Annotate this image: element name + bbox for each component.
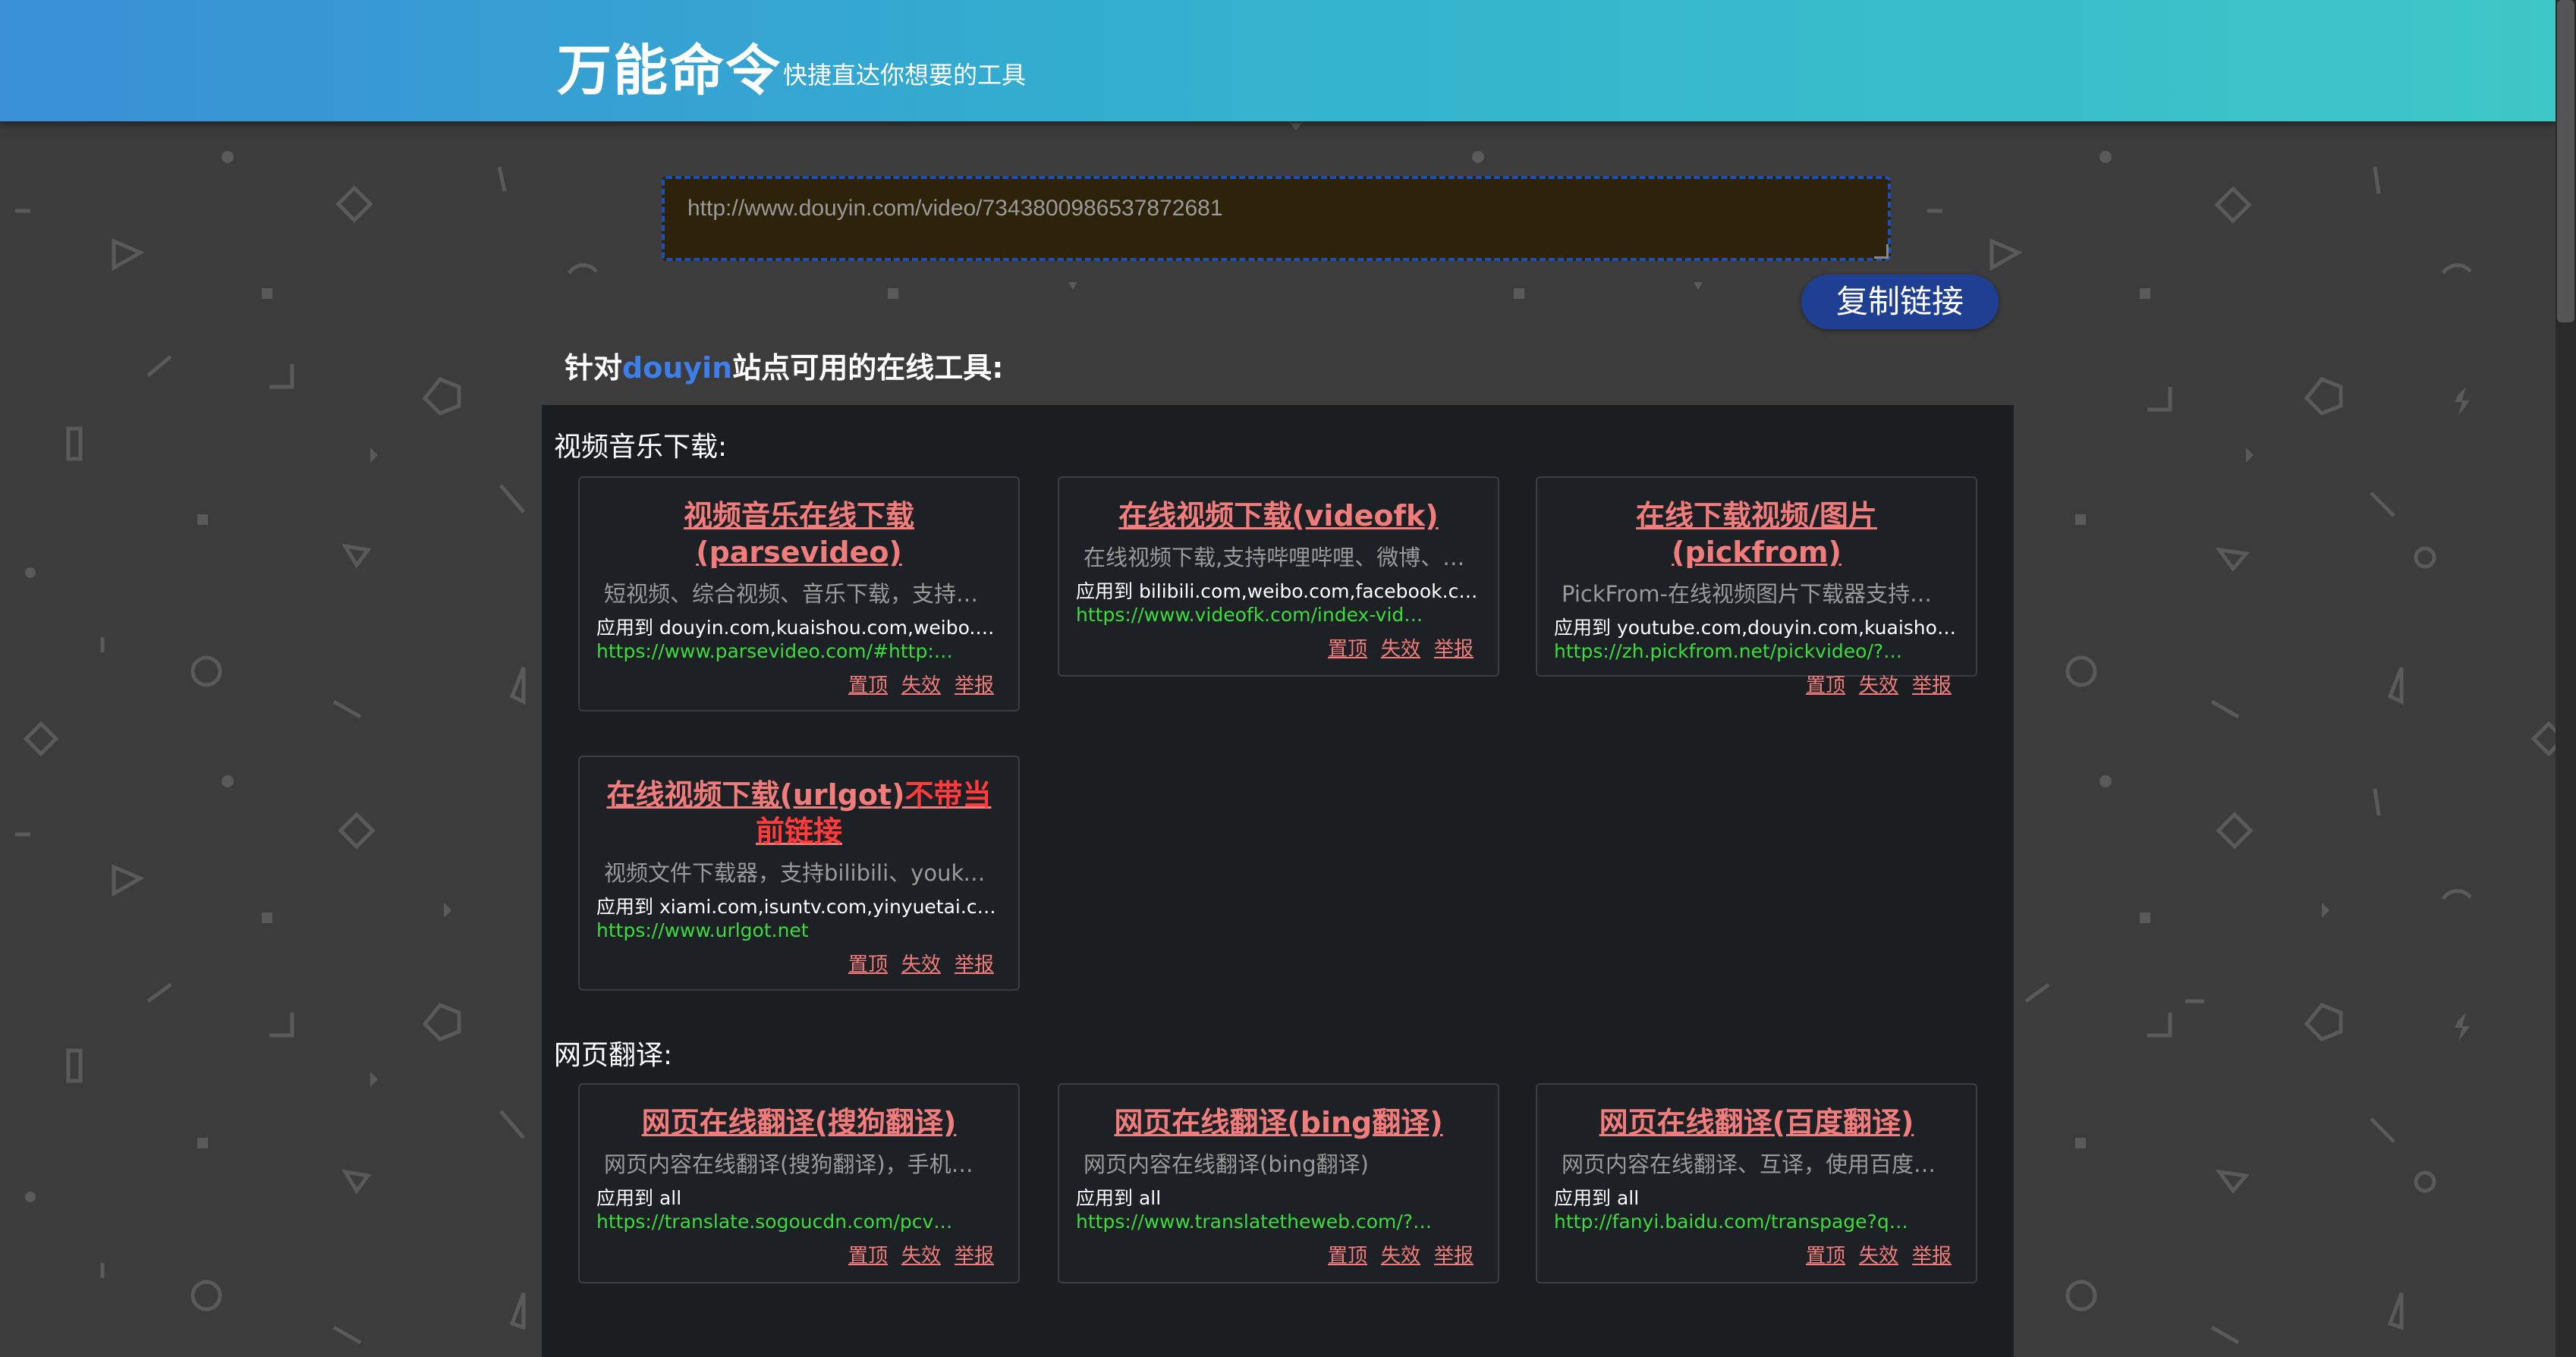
tool-actions: 置顶 失效 举报 xyxy=(1076,633,1481,661)
brand-title[interactable]: 万能命令 xyxy=(557,26,782,105)
tool-card: 在线下载视频/图片(pickfrom) PickFrom-在线视频图片下载器支持… xyxy=(1536,476,1977,697)
tool-card: 在线视频下载(videofk) 在线视频下载,支持哔哩哔哩、微博、梨视频等 应用… xyxy=(1058,476,1499,677)
pin-link[interactable]: 置顶 xyxy=(848,674,888,697)
pin-link[interactable]: 置顶 xyxy=(1328,638,1367,661)
resize-handle[interactable] xyxy=(1874,244,1889,259)
tool-title-text[interactable]: 在线下载视频/图片(pickfrom) xyxy=(1636,499,1877,569)
invalid-link[interactable]: 失效 xyxy=(1381,1245,1420,1267)
invalid-link[interactable]: 失效 xyxy=(1381,638,1420,661)
report-link[interactable]: 举报 xyxy=(955,953,994,976)
tool-actions: 置顶 失效 举报 xyxy=(1554,1240,1959,1268)
report-link[interactable]: 举报 xyxy=(955,1245,994,1267)
tool-url[interactable]: https://www.parsevideo.com/#http:… xyxy=(596,640,1002,662)
brand-tagline: 快捷直达你想要的工具 xyxy=(783,61,1027,90)
tool-url[interactable]: https://zh.pickfrom.net/pickvideo/?… xyxy=(1554,640,1959,662)
tool-applies-to: 应用到 all xyxy=(596,1187,682,1209)
invalid-link[interactable]: 失效 xyxy=(901,674,941,697)
pin-link[interactable]: 置顶 xyxy=(1806,674,1845,697)
tool-description: PickFrom-在线视频图片下载器支持下载 xyxy=(1562,581,1954,607)
tool-actions: 置顶 失效 举报 xyxy=(1554,670,1959,698)
tool-url[interactable]: https://www.videofk.com/index-vid… xyxy=(1076,604,1481,626)
copy-link-button[interactable]: 复制链接 xyxy=(1801,275,1999,329)
tool-actions: 置顶 失效 举报 xyxy=(1076,1240,1481,1268)
section-title-translate: 网页翻译: xyxy=(554,1040,673,1071)
invalid-link[interactable]: 失效 xyxy=(1859,674,1898,697)
tool-title-link[interactable]: 在线视频下载(videofk) xyxy=(1076,498,1481,534)
tool-actions: 置顶 失效 举报 xyxy=(596,670,1002,698)
tool-title-link[interactable]: 视频音乐在线下载(parsevideo) xyxy=(596,498,1002,570)
tool-url[interactable]: https://translate.sogoucdn.com/pcv… xyxy=(596,1211,1002,1233)
tool-title-text[interactable]: 网页在线翻译(搜狗翻译) xyxy=(642,1106,957,1139)
tool-description: 网页内容在线翻译(bing翻译) xyxy=(1084,1151,1369,1177)
url-input[interactable]: http://www.douyin.com/video/734380098653… xyxy=(662,176,1891,261)
tool-title-link[interactable]: 在线视频下载(urlgot)不带当前链接 xyxy=(596,777,1002,850)
tool-description: 短视频、综合视频、音乐下载，支持抖音、快手、微博等 xyxy=(604,581,1002,607)
tool-card: 网页在线翻译(搜狗翻译) 网页内容在线翻译(搜狗翻译)，手机端可用 应用到 al… xyxy=(578,1083,1020,1283)
tool-card: 在线视频下载(urlgot)不带当前链接 视频文件下载器，支持bilibili、… xyxy=(578,755,1020,991)
tool-card: 网页在线翻译(bing翻译) 网页内容在线翻译(bing翻译) 应用到 all … xyxy=(1058,1083,1499,1283)
tool-applies-to: 应用到 youtube.com,douyin.com,kuaishou.co… xyxy=(1554,617,1959,639)
section-title-video: 视频音乐下载: xyxy=(554,432,728,463)
pin-link[interactable]: 置顶 xyxy=(1328,1245,1367,1267)
tool-url[interactable]: https://www.urlgot.net xyxy=(596,919,1002,941)
pin-link[interactable]: 置顶 xyxy=(1806,1245,1845,1267)
site-heading: 针对douyin站点可用的在线工具: xyxy=(565,344,1003,386)
tool-title-link[interactable]: 网页在线翻译(百度翻译) xyxy=(1554,1104,1959,1141)
pin-link[interactable]: 置顶 xyxy=(848,1245,888,1267)
invalid-link[interactable]: 失效 xyxy=(1859,1245,1898,1267)
tool-title-text[interactable]: 网页在线翻译(百度翻译) xyxy=(1599,1106,1914,1139)
tool-card: 网页在线翻译(百度翻译) 网页内容在线翻译、互译，使用百度翻译 应用到 all … xyxy=(1536,1083,1977,1283)
tool-applies-to: 应用到 bilibili.com,weibo.com,facebook.com,… xyxy=(1076,580,1481,602)
tool-actions: 置顶 失效 举报 xyxy=(596,1240,1002,1268)
pin-link[interactable]: 置顶 xyxy=(848,953,888,976)
tool-description: 在线视频下载,支持哔哩哔哩、微博、梨视频等 xyxy=(1084,545,1481,570)
tool-title-link[interactable]: 网页在线翻译(搜狗翻译) xyxy=(596,1104,1002,1141)
tool-actions: 置顶 失效 举报 xyxy=(596,949,1002,977)
tool-applies-to: 应用到 all xyxy=(1076,1187,1162,1209)
tool-title-text[interactable]: 在线视频下载(videofk) xyxy=(1118,499,1438,532)
report-link[interactable]: 举报 xyxy=(1434,1245,1474,1267)
site-heading-prefix: 针对 xyxy=(565,351,623,385)
tool-title-text[interactable]: 在线视频下载(urlgot) xyxy=(606,778,904,812)
tool-title-text[interactable]: 网页在线翻译(bing翻译) xyxy=(1114,1106,1442,1139)
report-link[interactable]: 举报 xyxy=(1912,1245,1952,1267)
tool-description: 网页内容在线翻译(搜狗翻译)，手机端可用 xyxy=(604,1151,1002,1177)
report-link[interactable]: 举报 xyxy=(1434,638,1474,661)
tool-description: 网页内容在线翻译、互译，使用百度翻译 xyxy=(1562,1151,1958,1177)
header-bar: 万能命令 快捷直达你想要的工具 xyxy=(0,0,2556,121)
tools-panel: 视频音乐下载: 视频音乐在线下载(parsevideo) 短视频、综合视频、音乐… xyxy=(542,405,2014,1357)
invalid-link[interactable]: 失效 xyxy=(901,953,941,976)
tool-applies-to: 应用到 xiami.com,isuntv.com,yinyuetai.com,y… xyxy=(596,896,1002,918)
site-heading-suffix: 站点可用的在线工具: xyxy=(732,351,1004,385)
site-name: douyin xyxy=(622,351,733,385)
tool-description: 视频文件下载器，支持bilibili、youku等 xyxy=(604,860,999,886)
tool-url[interactable]: http://fanyi.baidu.com/transpage?q… xyxy=(1554,1211,1959,1233)
tool-title-text[interactable]: 视频音乐在线下载(parsevideo) xyxy=(684,499,914,569)
tool-card: 视频音乐在线下载(parsevideo) 短视频、综合视频、音乐下载，支持抖音、… xyxy=(578,476,1020,711)
report-link[interactable]: 举报 xyxy=(955,674,994,697)
tool-applies-to: 应用到 douyin.com,kuaishou.com,weibo.com… xyxy=(596,617,1002,639)
tool-url[interactable]: https://www.translatetheweb.com/?… xyxy=(1076,1211,1481,1233)
tool-applies-to: 应用到 all xyxy=(1554,1187,1640,1209)
report-link[interactable]: 举报 xyxy=(1912,674,1952,697)
scrollbar-thumb[interactable] xyxy=(2557,0,2574,322)
tool-title-link[interactable]: 在线下载视频/图片(pickfrom) xyxy=(1554,498,1959,570)
tool-title-link[interactable]: 网页在线翻译(bing翻译) xyxy=(1076,1104,1481,1141)
invalid-link[interactable]: 失效 xyxy=(901,1245,941,1267)
